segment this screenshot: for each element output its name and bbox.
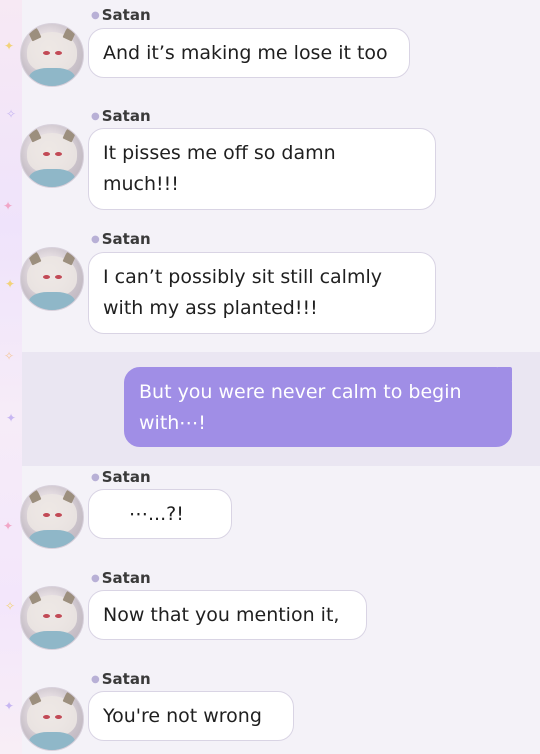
sender-name: ● Satan xyxy=(91,230,151,248)
sparkle-icon: ✦ xyxy=(3,519,14,533)
sender-dot-icon: ● xyxy=(91,10,100,21)
avatar[interactable] xyxy=(20,23,84,87)
sender-dot-icon: ● xyxy=(91,573,100,584)
sender-name: ● Satan xyxy=(91,569,151,587)
sparkle-icon: ✧ xyxy=(4,349,15,363)
sender-dot-icon: ● xyxy=(91,234,100,245)
sparkle-icon: ✧ xyxy=(5,599,16,613)
sender-name: ● Satan xyxy=(91,468,151,486)
sparkle-icon: ✦ xyxy=(3,199,14,213)
sender-dot-icon: ● xyxy=(91,674,100,685)
sender-name: ● Satan xyxy=(91,670,151,688)
own-message-bubble: But you were never calm to begin with⋯! xyxy=(124,367,512,447)
avatar[interactable] xyxy=(20,586,84,650)
sparkle-icon: ✦ xyxy=(6,411,17,425)
sender-name: ● Satan xyxy=(91,107,151,125)
sparkle-icon: ✧ xyxy=(6,107,17,121)
avatar[interactable] xyxy=(20,247,84,311)
avatar[interactable] xyxy=(20,485,84,549)
sparkle-icon: ✦ xyxy=(4,699,15,713)
sparkle-icon: ✦ xyxy=(4,39,15,53)
sparkle-border: ✦ ✧ ✦ ✦ ✧ ✦ ✦ ✧ ✦ xyxy=(0,0,22,754)
message-bubble: You're not wrong xyxy=(88,691,294,741)
sender-dot-icon: ● xyxy=(91,111,100,122)
sender-dot-icon: ● xyxy=(91,472,100,483)
message-bubble: It pisses me off so damn much!!! xyxy=(88,128,436,210)
message-bubble: Now that you mention it, xyxy=(88,590,367,640)
message-bubble: ⋯...?! xyxy=(88,489,232,539)
avatar[interactable] xyxy=(20,124,84,188)
avatar[interactable] xyxy=(20,687,84,751)
message-bubble: I can’t possibly sit still calmly with m… xyxy=(88,252,436,334)
message-bubble: And it’s making me lose it too xyxy=(88,28,410,78)
sparkle-icon: ✦ xyxy=(5,277,16,291)
sender-name: ● Satan xyxy=(91,6,151,24)
